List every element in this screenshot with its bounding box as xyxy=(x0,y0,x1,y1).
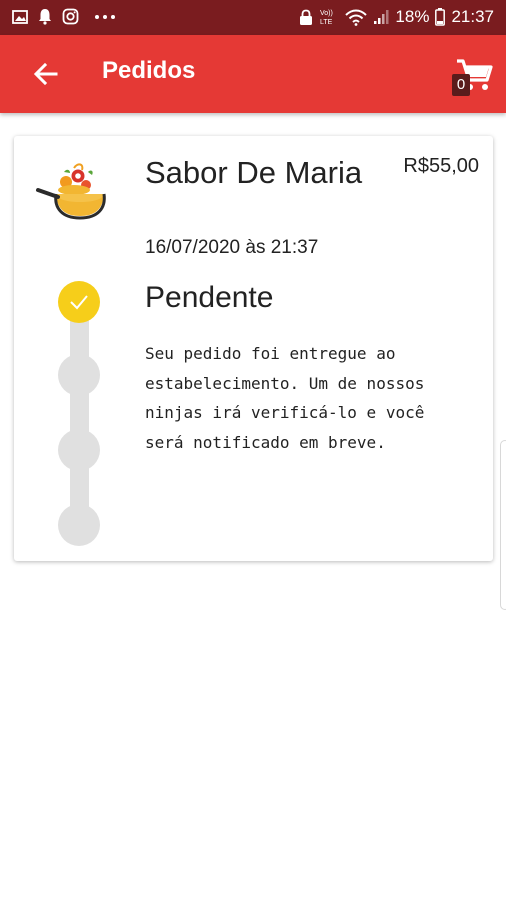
order-status: Pendente xyxy=(145,281,274,314)
clock: 21:37 xyxy=(451,7,494,26)
edge-scroll-handle[interactable] xyxy=(500,440,506,610)
order-price: R$55,00 xyxy=(403,155,479,177)
volte-icon: Vo)) LTE xyxy=(320,10,333,26)
status-bar: Vo)) LTE 18% 21:37 xyxy=(0,0,506,35)
cart-count-badge: 0 xyxy=(452,74,470,96)
instagram-icon xyxy=(62,8,79,25)
restaurant-logo xyxy=(36,163,106,220)
svg-text:LTE: LTE xyxy=(320,19,333,26)
check-icon xyxy=(70,295,88,310)
lock-icon xyxy=(300,9,313,25)
step-2-pending xyxy=(58,354,100,396)
status-bar-left xyxy=(12,8,116,25)
battery-percent: 18% xyxy=(395,7,430,26)
page-title: Pedidos xyxy=(102,57,196,84)
order-card[interactable]: Sabor De Maria R$55,00 16/07/2020 às 21:… xyxy=(14,136,493,561)
app-bar: Pedidos 0 xyxy=(0,35,506,113)
status-timeline-track xyxy=(70,304,89,526)
arrow-left-icon[interactable] xyxy=(30,58,62,90)
status-description: Seu pedido foi entregue ao estabelecimen… xyxy=(145,344,425,452)
step-3-pending xyxy=(58,429,100,471)
more-icon xyxy=(95,14,115,19)
signal-icon xyxy=(374,10,389,24)
wifi-icon xyxy=(345,9,368,26)
step-1-completed xyxy=(58,281,100,323)
battery-icon xyxy=(435,8,446,26)
order-datetime: 16/07/2020 às 21:37 xyxy=(145,237,319,258)
store-name: Sabor De Maria xyxy=(145,155,363,190)
notification-icon xyxy=(39,9,51,25)
image-icon xyxy=(12,9,28,24)
status-bar-right: Vo)) LTE 18% 21:37 xyxy=(299,7,494,27)
svg-text:Vo)): Vo)) xyxy=(320,10,333,17)
step-4-pending xyxy=(58,504,100,546)
